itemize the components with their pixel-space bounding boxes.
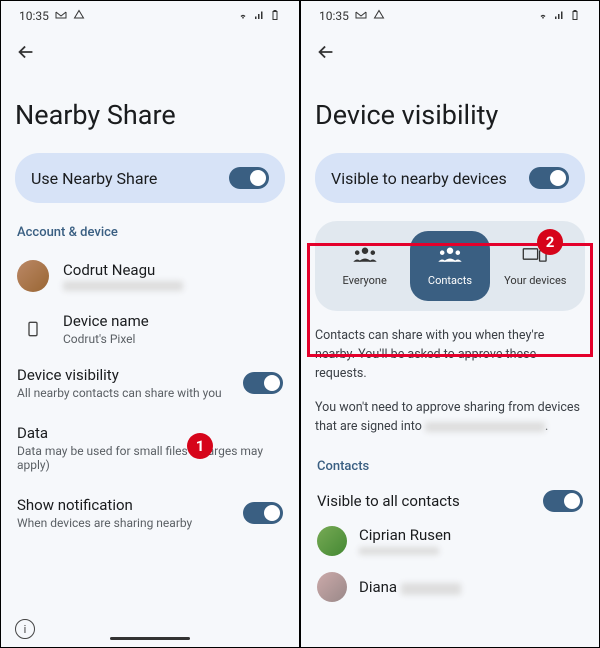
visibility-description-2: You won't need to approve sharing from d… — [315, 399, 585, 437]
account-hidden — [425, 422, 545, 432]
gmail-icon — [55, 9, 67, 24]
contact-avatar — [317, 526, 347, 556]
section-contacts: Contacts — [317, 459, 585, 474]
drive-icon — [373, 9, 385, 24]
device-name-label: Device name — [63, 312, 283, 330]
wifi-icon — [237, 9, 249, 24]
contact-row[interactable]: Diana — [315, 564, 585, 610]
contact-name-hidden — [401, 583, 461, 595]
signal-icon — [553, 9, 565, 24]
phone-icon — [17, 313, 49, 345]
page-title: Nearby Share — [15, 99, 285, 131]
visible-all-contacts-toggle[interactable] — [543, 490, 583, 512]
device-name-row[interactable]: Device name Codrut's Pixel — [15, 302, 285, 356]
data-row[interactable]: Data Data may be used for small files (c… — [15, 410, 285, 482]
contact-name-prefix: Diana — [359, 578, 401, 596]
back-button[interactable] — [15, 41, 39, 69]
notification-toggle[interactable] — [243, 502, 283, 524]
device-visibility-row[interactable]: Device visibility All nearby contacts ca… — [15, 356, 285, 410]
notification-row[interactable]: Show notification When devices are shari… — [15, 482, 285, 540]
visible-nearby-toggle-card[interactable]: Visible to nearby devices — [315, 153, 585, 203]
visible-all-contacts-row[interactable]: Visible to all contacts — [315, 484, 585, 518]
account-email-hidden — [63, 281, 183, 291]
status-time: 10:35 — [19, 9, 49, 23]
gmail-icon — [355, 9, 367, 24]
wifi-icon — [537, 9, 549, 24]
phone-right: 10:35 Device visibility Visible to nearb… — [300, 0, 600, 648]
contact-avatar — [317, 572, 347, 602]
contact-name: Ciprian Rusen — [359, 526, 451, 544]
use-nearby-share-toggle-card[interactable]: Use Nearby Share — [15, 153, 285, 203]
data-sub: Data may be used for small files (charge… — [17, 444, 273, 472]
account-name: Codrut Neagu — [63, 261, 283, 279]
status-bar: 10:35 — [315, 1, 585, 31]
toggle-label: Visible to nearby devices — [331, 169, 507, 188]
back-button[interactable] — [315, 41, 339, 69]
contact-email-hidden — [359, 547, 439, 555]
notification-title: Show notification — [17, 496, 233, 514]
phone-left: 10:35 Nearby Share Use Nearby Share — [0, 0, 300, 648]
notification-sub: When devices are sharing nearby — [17, 516, 233, 530]
battery-icon — [569, 9, 581, 24]
visible-nearby-toggle[interactable] — [529, 167, 569, 189]
callout-2: 2 — [537, 229, 563, 255]
signal-icon — [253, 9, 265, 24]
account-row[interactable]: Codrut Neagu — [15, 250, 285, 302]
status-time: 10:35 — [319, 9, 349, 23]
data-title: Data — [17, 424, 273, 442]
toggle-label: Use Nearby Share — [31, 169, 157, 188]
info-icon[interactable]: i — [15, 619, 35, 639]
account-avatar — [17, 260, 49, 292]
contact-name: Diana — [359, 578, 461, 596]
device-visibility-toggle[interactable] — [243, 372, 283, 394]
callout-1: 1 — [187, 433, 213, 459]
highlight-box — [307, 243, 593, 357]
device-name-value: Codrut's Pixel — [63, 332, 283, 346]
use-nearby-share-toggle[interactable] — [229, 167, 269, 189]
drive-icon — [73, 9, 85, 24]
visible-all-label: Visible to all contacts — [317, 492, 460, 510]
device-visibility-title: Device visibility — [17, 366, 233, 384]
page-title: Device visibility — [315, 99, 585, 131]
contact-row[interactable]: Ciprian Rusen — [315, 518, 585, 564]
section-account-device: Account & device — [17, 225, 285, 240]
device-visibility-sub: All nearby contacts can share with you — [17, 386, 233, 400]
battery-icon — [269, 9, 281, 24]
nav-home-pill[interactable] — [110, 637, 190, 640]
status-bar: 10:35 — [15, 1, 285, 31]
